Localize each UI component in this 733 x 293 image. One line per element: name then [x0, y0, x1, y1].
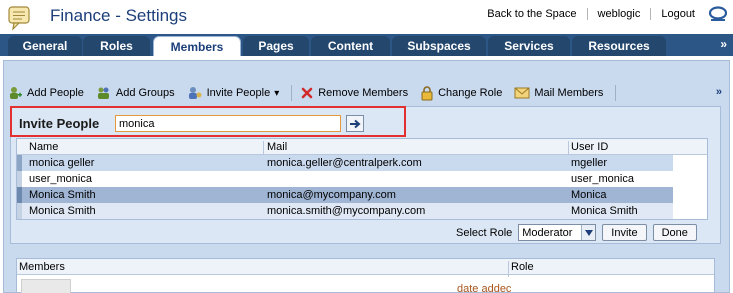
add-groups-button[interactable]: Add Groups: [92, 83, 179, 103]
tab-general[interactable]: General: [8, 36, 82, 56]
result-name: Monica Smith: [29, 189, 96, 201]
logout-link[interactable]: Logout: [651, 8, 705, 20]
role-select-area: Select Role Moderator Invite Done: [456, 224, 697, 241]
mail-members-button[interactable]: Mail Members: [510, 83, 607, 103]
column-divider: [508, 261, 509, 277]
table-row[interactable]: monica geller monica.geller@centralperk.…: [17, 155, 673, 171]
tab-subspaces[interactable]: Subspaces: [392, 36, 486, 56]
tab-resources[interactable]: Resources: [572, 36, 666, 56]
settings-app-icon: [8, 6, 30, 31]
invite-people-label: Invite People: [206, 87, 271, 99]
result-user-id: Monica Smith: [571, 205, 638, 217]
date-added-text: date addec: [457, 283, 512, 293]
change-role-button[interactable]: Change Role: [416, 83, 506, 103]
column-header-mail[interactable]: Mail: [267, 141, 287, 153]
result-name: Monica Smith: [29, 205, 96, 217]
members-header: Members Role: [17, 259, 714, 277]
result-name: user_monica: [29, 173, 92, 185]
page-title: Finance - Settings: [50, 6, 188, 25]
column-header-name[interactable]: Name: [29, 141, 58, 153]
invite-results-table: Name Mail User ID monica geller monica.g…: [16, 138, 708, 220]
add-groups-label: Add Groups: [115, 87, 175, 99]
tab-pages[interactable]: Pages: [243, 36, 309, 56]
avatar: [21, 279, 71, 293]
add-people-button[interactable]: Add People: [3, 83, 88, 103]
app-header: Finance - Settings Back to the Space web…: [0, 0, 733, 34]
row-selector[interactable]: [17, 155, 22, 171]
members-table: Members Role date addec: [16, 258, 715, 293]
tab-content[interactable]: Content: [311, 36, 390, 56]
mail-icon: [514, 87, 530, 99]
tabs-more-button[interactable]: »: [720, 37, 727, 51]
search-go-button[interactable]: [346, 115, 364, 132]
results-header: Name Mail User ID: [17, 139, 707, 157]
result-mail: monica.geller@centralperk.com: [267, 157, 422, 169]
row-selector[interactable]: [17, 187, 22, 203]
column-header-role[interactable]: Role: [511, 261, 534, 273]
top-links: Back to the Space weblogic Logout: [477, 6, 733, 22]
result-user-id: mgeller: [571, 157, 608, 169]
add-people-label: Add People: [27, 87, 84, 99]
table-row[interactable]: Monica Smith monica@mycompany.com Monica: [17, 187, 673, 203]
role-select[interactable]: Moderator: [518, 224, 597, 241]
tab-services[interactable]: Services: [488, 36, 570, 56]
result-user-id: user_monica: [571, 173, 634, 185]
table-row[interactable]: user_monica user_monica: [17, 171, 673, 187]
select-role-label: Select Role: [456, 226, 513, 239]
table-row[interactable]: Monica Smith monica.smith@mycompany.com …: [17, 203, 673, 219]
remove-icon: [301, 87, 313, 99]
result-name: monica geller: [29, 157, 95, 169]
oracle-logo-icon: [708, 6, 728, 21]
result-mail: monica.smith@mycompany.com: [267, 205, 426, 217]
invite-people-icon: [188, 87, 202, 99]
lock-icon: [421, 86, 433, 101]
invite-people-heading: Invite People: [19, 116, 100, 131]
user-name-link[interactable]: weblogic: [588, 8, 651, 20]
tab-roles[interactable]: Roles: [83, 36, 150, 56]
role-select-value: Moderator: [522, 226, 573, 239]
invite-search-input[interactable]: [115, 115, 341, 132]
change-role-label: Change Role: [438, 87, 503, 99]
row-selector[interactable]: [17, 171, 22, 187]
chevron-down-icon: ▾: [274, 87, 280, 99]
toolbar-divider: [615, 85, 617, 101]
back-to-space-link[interactable]: Back to the Space: [477, 8, 586, 20]
members-toolbar: Add People Add Groups Invite People ▾ Re…: [3, 80, 730, 106]
tab-members[interactable]: Members: [153, 36, 241, 56]
add-people-icon: [10, 87, 22, 99]
result-user-id: Monica: [571, 189, 607, 201]
column-header-user-id[interactable]: User ID: [571, 141, 608, 153]
mail-members-label: Mail Members: [534, 87, 604, 99]
toolbar-divider: [291, 85, 293, 101]
remove-members-button[interactable]: Remove Members: [296, 83, 412, 103]
chevron-down-icon: [581, 225, 596, 240]
column-header-members[interactable]: Members: [19, 261, 65, 273]
remove-members-label: Remove Members: [318, 87, 409, 99]
toolbar-more-button[interactable]: »: [716, 86, 722, 98]
row-selector[interactable]: [17, 203, 22, 219]
invite-people-menu[interactable]: Invite People ▾: [183, 83, 284, 103]
add-groups-icon: [97, 87, 109, 99]
arrow-right-icon: [350, 119, 361, 128]
invite-button[interactable]: Invite: [602, 224, 647, 241]
tab-bar: General Roles Members Pages Content Subs…: [0, 34, 733, 56]
result-mail: monica@mycompany.com: [267, 189, 396, 201]
done-button[interactable]: Done: [652, 224, 697, 241]
